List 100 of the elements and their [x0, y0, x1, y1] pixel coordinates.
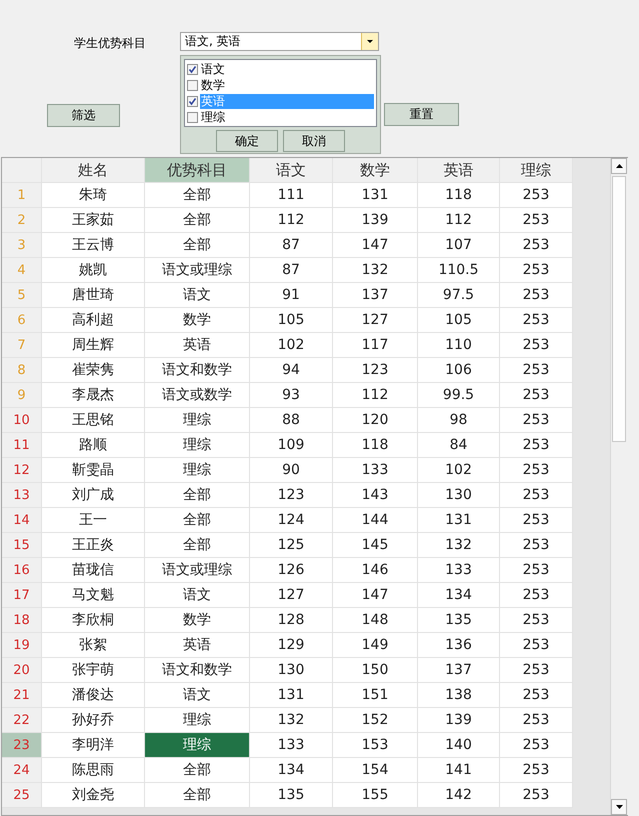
column-header[interactable]: 优势科目	[145, 158, 250, 183]
row-number[interactable]: 22	[2, 708, 42, 733]
table-cell: 253	[500, 408, 573, 433]
row-number[interactable]: 13	[2, 483, 42, 508]
table-cell: 姚凯	[42, 258, 145, 283]
column-header[interactable]: 语文	[250, 158, 333, 183]
subject-combo-box[interactable]: 语文, 英语	[180, 32, 379, 51]
table-cell: 91	[250, 283, 333, 308]
row-number[interactable]: 18	[2, 608, 42, 633]
table-cell: 112	[418, 208, 500, 233]
table-cell: 253	[500, 483, 573, 508]
row-number[interactable]: 10	[2, 408, 42, 433]
table-cell: 英语	[145, 633, 250, 658]
table-cell: 王一	[42, 508, 145, 533]
column-header[interactable]: 理综	[500, 158, 573, 183]
table-cell: 李欣桐	[42, 608, 145, 633]
checkbox[interactable]	[187, 80, 198, 90]
table-cell: 134	[250, 758, 333, 783]
table-cell: 语文	[145, 683, 250, 708]
row-number[interactable]: 17	[2, 583, 42, 608]
scroll-down-icon[interactable]	[616, 805, 622, 809]
table-cell: 253	[500, 458, 573, 483]
row-number[interactable]: 25	[2, 783, 42, 808]
row-number[interactable]: 16	[2, 558, 42, 583]
table-cell: 数学	[145, 608, 250, 633]
table-cell: 112	[333, 383, 418, 408]
confirm-button[interactable]: 确定	[216, 130, 278, 152]
table-cell: 全部	[145, 233, 250, 258]
row-number[interactable]: 14	[2, 508, 42, 533]
checkbox[interactable]	[187, 96, 198, 106]
option-item[interactable]: 理综	[200, 110, 374, 124]
option-item[interactable]: 数学	[200, 78, 374, 92]
table-cell: 118	[333, 433, 418, 458]
table-cell: 253	[500, 433, 573, 458]
table-cell: 李明洋	[42, 733, 145, 758]
option-item[interactable]: 语文	[200, 62, 374, 76]
table-cell: 129	[250, 633, 333, 658]
filter-button[interactable]: 筛选	[47, 104, 120, 127]
table-cell: 109	[250, 433, 333, 458]
table-cell: 147	[333, 583, 418, 608]
table-cell: 253	[500, 633, 573, 658]
table-cell: 王正炎	[42, 533, 145, 558]
table-cell: 102	[418, 458, 500, 483]
row-number[interactable]: 15	[2, 533, 42, 558]
table-cell: 语文和数学	[145, 658, 250, 683]
table-cell: 107	[418, 233, 500, 258]
column-header[interactable]: 数学	[333, 158, 418, 183]
table-cell: 131	[250, 683, 333, 708]
checkbox[interactable]	[187, 64, 198, 74]
table-cell: 128	[250, 608, 333, 633]
table-cell: 崔荣隽	[42, 358, 145, 383]
table-cell: 253	[500, 333, 573, 358]
table-cell: 127	[250, 583, 333, 608]
table-cell: 133	[418, 558, 500, 583]
row-number[interactable]: 11	[2, 433, 42, 458]
table-cell: 语文	[145, 583, 250, 608]
table-cell: 唐世琦	[42, 283, 145, 308]
table-cell: 253	[500, 758, 573, 783]
table-cell: 126	[250, 558, 333, 583]
table-cell: 朱琦	[42, 183, 145, 208]
scrollbar[interactable]	[610, 158, 628, 815]
table-cell: 120	[333, 408, 418, 433]
row-number[interactable]: 21	[2, 683, 42, 708]
table-cell: 全部	[145, 483, 250, 508]
table-cell: 151	[333, 683, 418, 708]
option-item[interactable]: 英语	[200, 94, 374, 108]
row-number[interactable]: 23	[2, 733, 42, 758]
table-cell: 靳雯晶	[42, 458, 145, 483]
table-cell: 111	[250, 183, 333, 208]
table-cell: 152	[333, 708, 418, 733]
table-cell: 117	[333, 333, 418, 358]
dropdown-arrow-icon[interactable]	[367, 40, 373, 44]
table-cell: 132	[418, 533, 500, 558]
table-cell: 102	[250, 333, 333, 358]
table-cell: 155	[333, 783, 418, 808]
row-number[interactable]: 19	[2, 633, 42, 658]
table-cell: 139	[418, 708, 500, 733]
table-cell: 253	[500, 208, 573, 233]
table-cell: 87	[250, 233, 333, 258]
checkbox[interactable]	[187, 112, 198, 122]
column-header[interactable]: 姓名	[42, 158, 145, 183]
table-cell: 93	[250, 383, 333, 408]
table-cell: 数学	[145, 308, 250, 333]
table-cell: 153	[333, 733, 418, 758]
column-header[interactable]: 英语	[418, 158, 500, 183]
table-cell: 253	[500, 283, 573, 308]
row-number[interactable]: 24	[2, 758, 42, 783]
table-cell: 147	[333, 233, 418, 258]
row-number[interactable]: 12	[2, 458, 42, 483]
table-cell: 253	[500, 708, 573, 733]
reset-button[interactable]: 重置	[384, 103, 459, 126]
cancel-button[interactable]: 取消	[283, 130, 345, 152]
table-cell: 105	[418, 308, 500, 333]
row-number[interactable]: 20	[2, 658, 42, 683]
table-cell: 路顺	[42, 433, 145, 458]
table-cell: 理综	[145, 708, 250, 733]
table-cell: 144	[333, 508, 418, 533]
table-cell: 141	[418, 758, 500, 783]
scroll-up-icon[interactable]	[616, 164, 622, 168]
table-cell: 孙好乔	[42, 708, 145, 733]
